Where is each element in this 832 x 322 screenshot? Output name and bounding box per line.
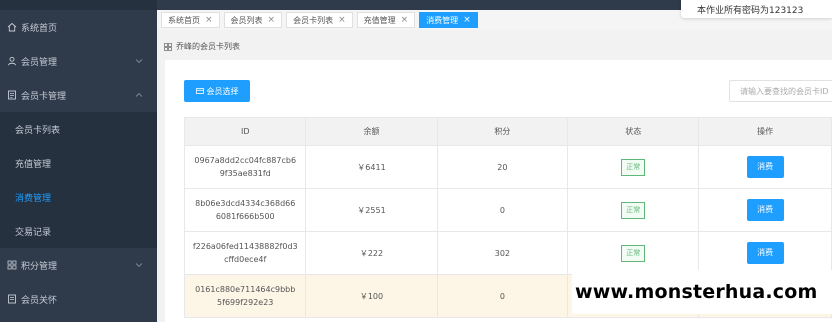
- card-icon: [6, 90, 17, 101]
- table-row: f226a06fed11438882f0d3 cffd0ece4f ￥222 30…: [183, 231, 832, 275]
- tab-label: 系统首页: [168, 15, 200, 25]
- select-member-button[interactable]: 会员选择: [184, 80, 250, 102]
- select-member-label: 会员选择: [206, 86, 239, 96]
- sidebar-item-care[interactable]: 会员关怀: [0, 282, 157, 316]
- sidebar: 系统首页 会员管理 会员卡管理 会员卡列表 充值管理 消费管理 交易记录 积分管…: [0, 0, 157, 322]
- cell-points: 302: [436, 231, 569, 275]
- sidebar-subitem-consume[interactable]: 消费管理: [0, 180, 157, 214]
- sidebar-item-points[interactable]: 积分管理: [0, 248, 157, 282]
- sidebar-item-label: 会员卡管理: [21, 91, 67, 102]
- cell-balance: ￥222: [305, 231, 438, 275]
- cell-id: 0161c880e711464c9bbb 5f699f292e23: [183, 274, 307, 318]
- cell-points: 20: [436, 145, 569, 189]
- table-header-row: ID 余额 积分 状态 操作: [183, 117, 832, 146]
- home-icon: [6, 22, 17, 33]
- grid-icon: [6, 260, 17, 271]
- column-header-id: ID: [183, 117, 307, 146]
- cell-action: 消费: [698, 145, 832, 189]
- consume-button[interactable]: 消费: [746, 199, 784, 221]
- close-icon[interactable]: ×: [463, 15, 471, 25]
- tab-label: 消费管理: [426, 15, 459, 25]
- sidebar-item-label: 会员关怀: [21, 295, 58, 306]
- status-badge: 正常: [621, 158, 646, 176]
- sidebar-item-label: 充值管理: [15, 159, 52, 170]
- card-id-line: 0967a8dd2cc04fc887cb6: [194, 156, 297, 165]
- cell-balance: ￥100: [305, 274, 438, 318]
- cell-id: f226a06fed11438882f0d3 cffd0ece4f: [183, 231, 307, 275]
- cell-status: 正常: [567, 188, 700, 232]
- sidebar-item-label: 消费管理: [15, 193, 52, 204]
- card-icon: [195, 88, 204, 94]
- cell-points: 0: [436, 274, 569, 318]
- tab-recharge[interactable]: 充值管理 ×: [356, 12, 416, 28]
- table-row: 0967a8dd2cc04fc887cb6 9f35ae831fd ￥6411 2…: [183, 145, 832, 189]
- card-id-line: 5f699f292e23: [217, 298, 274, 307]
- table-row: 8b06e3dcd4334c368d66 6081f666b500 ￥2551 0…: [183, 188, 832, 232]
- close-icon[interactable]: ×: [205, 15, 213, 25]
- cell-status: 正常: [567, 231, 700, 275]
- column-header-points: 积分: [436, 117, 569, 146]
- card-id-line: cffd0ece4f: [224, 255, 267, 264]
- sidebar-item-members[interactable]: 会员管理: [0, 44, 157, 78]
- cell-status: 正常: [567, 145, 700, 189]
- cell-action: 消费: [698, 188, 832, 232]
- chevron-down-icon: [135, 263, 143, 268]
- sidebar-item-cards[interactable]: 会员卡管理: [0, 78, 157, 112]
- close-icon[interactable]: ×: [268, 15, 276, 25]
- sidebar-top-strip: [0, 0, 157, 10]
- cell-balance: ￥6411: [305, 145, 438, 189]
- card-id-line: 8b06e3dcd4334c368d66: [195, 199, 296, 208]
- grid-icon: [164, 42, 172, 51]
- page-title: 乔峰的会员卡列表: [176, 42, 240, 51]
- tab-member-list[interactable]: 会员列表 ×: [223, 12, 283, 28]
- card-id-line: 6081f666b500: [215, 212, 275, 221]
- sidebar-item-label: 会员管理: [21, 57, 58, 68]
- sidebar-subitem-transactions[interactable]: 交易记录: [0, 214, 157, 248]
- status-badge: 正常: [621, 201, 646, 219]
- sidebar-item-label: 积分管理: [21, 261, 58, 272]
- password-notice: 本作业所有密码为123123: [681, 0, 832, 18]
- sidebar-item-label: 交易记录: [15, 227, 52, 238]
- watermark: www.monsterhua.com: [572, 270, 832, 314]
- close-icon[interactable]: ×: [401, 15, 409, 25]
- tab-home[interactable]: 系统首页 ×: [161, 12, 220, 28]
- list-icon: [6, 294, 17, 305]
- breadcrumb: 乔峰的会员卡列表: [164, 41, 240, 52]
- search-input[interactable]: [729, 80, 832, 102]
- card-id-line: 9f35ae831fd: [219, 169, 271, 178]
- column-header-balance: 余额: [305, 117, 438, 146]
- status-badge: 正常: [621, 244, 646, 262]
- sidebar-item-label: 会员卡列表: [15, 125, 61, 136]
- chevron-down-icon: [135, 59, 143, 64]
- tab-card-list[interactable]: 会员卡列表 ×: [286, 12, 353, 28]
- cell-action: 消费: [698, 231, 832, 275]
- cell-points: 0: [436, 188, 569, 232]
- sidebar-subitem-recharge[interactable]: 充值管理: [0, 146, 157, 180]
- column-header-action: 操作: [698, 117, 832, 146]
- sidebar-item-home[interactable]: 系统首页: [0, 10, 157, 44]
- tab-label: 充值管理: [363, 15, 396, 25]
- column-header-status: 状态: [567, 117, 700, 146]
- user-icon: [6, 56, 17, 67]
- cell-balance: ￥2551: [305, 188, 438, 232]
- consume-button[interactable]: 消费: [746, 242, 784, 264]
- sidebar-subitem-card-list[interactable]: 会员卡列表: [0, 112, 157, 146]
- cell-id: 0967a8dd2cc04fc887cb6 9f35ae831fd: [183, 145, 307, 189]
- close-icon[interactable]: ×: [338, 15, 346, 25]
- tab-label: 会员列表: [230, 15, 263, 25]
- consume-button[interactable]: 消费: [746, 156, 784, 178]
- tab-consume[interactable]: 消费管理 ×: [419, 12, 478, 28]
- tab-label: 会员卡列表: [293, 15, 334, 25]
- chevron-up-icon: [135, 92, 143, 97]
- cell-id: 8b06e3dcd4334c368d66 6081f666b500: [183, 188, 307, 232]
- sidebar-item-label: 系统首页: [21, 23, 58, 34]
- card-id-line: f226a06fed11438882f0d3: [192, 242, 298, 251]
- card-id-line: 0161c880e711464c9bbb: [195, 285, 296, 294]
